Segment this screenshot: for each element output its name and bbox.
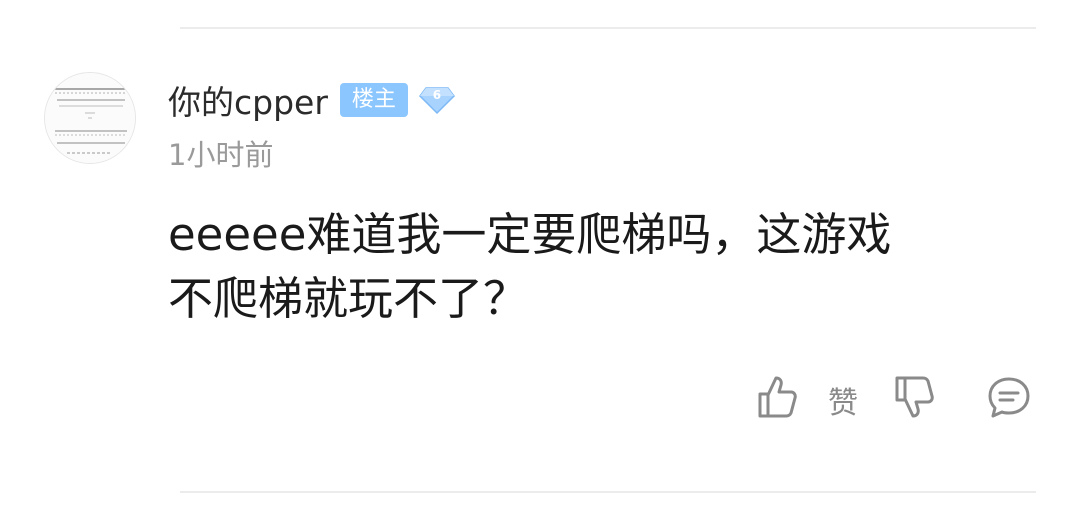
comment-line-2: 不爬梯就玩不了？ [168, 272, 529, 325]
reply-button[interactable] [986, 372, 1032, 422]
comment-bubble-icon [988, 377, 1030, 418]
username[interactable]: 你的cpper [168, 76, 328, 124]
thumbs-down-icon [895, 376, 934, 418]
bottom-divider [180, 491, 1036, 493]
comment-actions: 赞 [0, 372, 1079, 422]
thumbs-up-icon [758, 376, 797, 418]
avatar-image [45, 73, 135, 163]
level-number: 6 [432, 88, 442, 102]
op-badge: 楼主 [339, 83, 408, 117]
comment-text: eeeee难道我一定要爬梯吗，这游戏 不爬梯就玩不了？ [168, 203, 1038, 331]
dislike-button[interactable] [893, 372, 935, 422]
comment-header: 你的cpper 楼主 6 [168, 76, 456, 124]
like-label[interactable]: 赞 [828, 378, 858, 422]
avatar[interactable] [44, 72, 136, 164]
timestamp: 1小时前 [168, 138, 274, 172]
top-divider [180, 27, 1036, 29]
comment-line-1: eeeee难道我一定要爬梯吗，这游戏 [168, 208, 892, 261]
like-button[interactable] [756, 372, 798, 422]
level-badge: 6 [418, 85, 456, 115]
